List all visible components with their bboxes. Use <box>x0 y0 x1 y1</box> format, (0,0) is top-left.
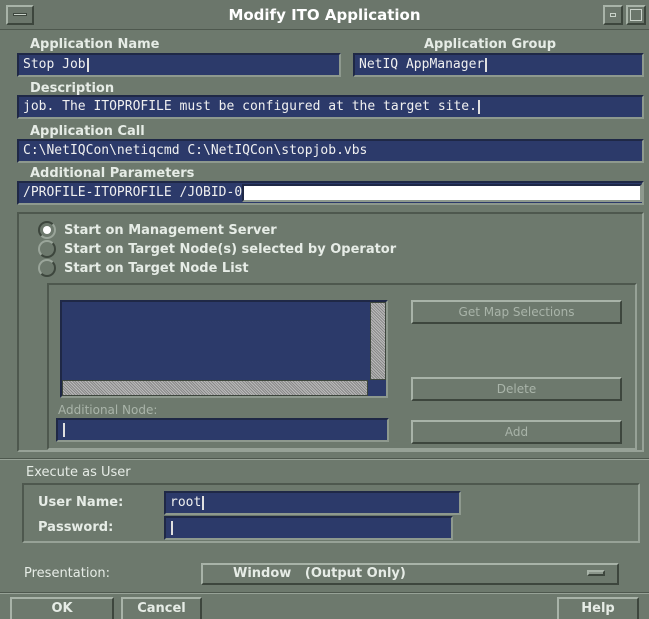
additional-parameters-label: Additional Parameters <box>30 166 195 181</box>
application-name-value: Stop Job <box>23 57 86 72</box>
application-call-input[interactable]: C:\NetIQCon\netiqcmd C:\NetIQCon\stopjob… <box>17 139 644 163</box>
text-cursor <box>63 422 65 437</box>
description-input[interactable]: job. The ITOPROFILE must be configured a… <box>17 95 644 119</box>
window-title: Modify ITO Application <box>228 6 421 24</box>
get-map-selections-button[interactable]: Get Map Selections <box>411 300 622 324</box>
radio-label: Start on Target Node List <box>64 260 249 276</box>
radio-button-selected[interactable] <box>38 221 56 239</box>
application-group-label: Application Group <box>424 37 557 52</box>
application-group-value: NetIQ AppManager <box>359 57 485 72</box>
application-call-value: C:\NetIQCon\netiqcmd C:\NetIQCon\stopjob… <box>23 143 368 158</box>
additional-parameters-value: /PROFILE-ITOPROFILE /JOBID- <box>23 185 235 200</box>
password-label: Password: <box>38 520 114 535</box>
application-name-input[interactable]: Stop Job <box>17 53 341 77</box>
node-list-vertical-scrollbar[interactable] <box>370 302 386 380</box>
radio-button[interactable] <box>38 259 56 277</box>
modify-ito-application-dialog: Modify ITO Application Application Name … <box>0 0 649 619</box>
presentation-label-text: Presentation: <box>24 566 111 581</box>
separator <box>0 458 649 460</box>
password-input[interactable] <box>164 516 453 540</box>
radio-start-target-node-list[interactable]: Start on Target Node List <box>38 259 249 277</box>
text-cursor <box>86 57 89 72</box>
user-name-value: root <box>170 495 202 510</box>
radio-button[interactable] <box>38 240 56 258</box>
application-group-input[interactable]: NetIQ AppManager <box>353 53 644 77</box>
option-menu-indicator-icon <box>587 570 605 576</box>
presentation-selected-value: Window (Output Only) <box>233 566 406 581</box>
radio-dot-icon <box>43 226 51 234</box>
text-cursor <box>485 57 488 72</box>
presentation-option-menu[interactable]: Window (Output Only) <box>201 563 619 585</box>
node-list-horizontal-scrollbar[interactable] <box>62 380 368 396</box>
additional-parameters-selection <box>242 184 642 202</box>
add-button[interactable]: Add <box>411 420 622 444</box>
description-label: Description <box>30 81 115 96</box>
ok-button[interactable]: OK <box>10 597 114 619</box>
text-cursor <box>202 495 205 510</box>
maximize-icon <box>630 9 642 21</box>
application-name-label: Application Name <box>30 37 160 52</box>
additional-parameters-input[interactable]: /PROFILE-ITOPROFILE /JOBID- 0 <box>17 181 644 205</box>
additional-node-label: Additional Node: <box>58 403 158 417</box>
cancel-button[interactable]: Cancel <box>121 597 202 619</box>
delete-button[interactable]: Delete <box>411 377 622 401</box>
separator <box>0 592 649 594</box>
additional-node-input[interactable] <box>56 418 389 442</box>
application-call-label: Application Call <box>30 124 145 139</box>
text-cursor <box>477 99 480 114</box>
additional-parameters-cursor-char: 0 <box>234 185 243 200</box>
execute-as-user-label: Execute as User <box>26 465 131 480</box>
minimize-icon <box>610 13 616 17</box>
radio-label: Start on Target Node(s) selected by Oper… <box>64 241 397 257</box>
user-name-input[interactable]: root <box>164 491 461 515</box>
user-name-label: User Name: <box>38 495 124 510</box>
description-value: job. The ITOPROFILE must be configured a… <box>23 99 477 114</box>
radio-start-target-operator[interactable]: Start on Target Node(s) selected by Oper… <box>38 240 396 258</box>
radio-start-management-server[interactable]: Start on Management Server <box>38 221 277 239</box>
help-button[interactable]: Help <box>557 597 639 619</box>
text-cursor <box>171 520 173 535</box>
maximize-button[interactable] <box>626 5 646 25</box>
radio-label: Start on Management Server <box>64 222 277 238</box>
minimize-button[interactable] <box>603 5 623 25</box>
